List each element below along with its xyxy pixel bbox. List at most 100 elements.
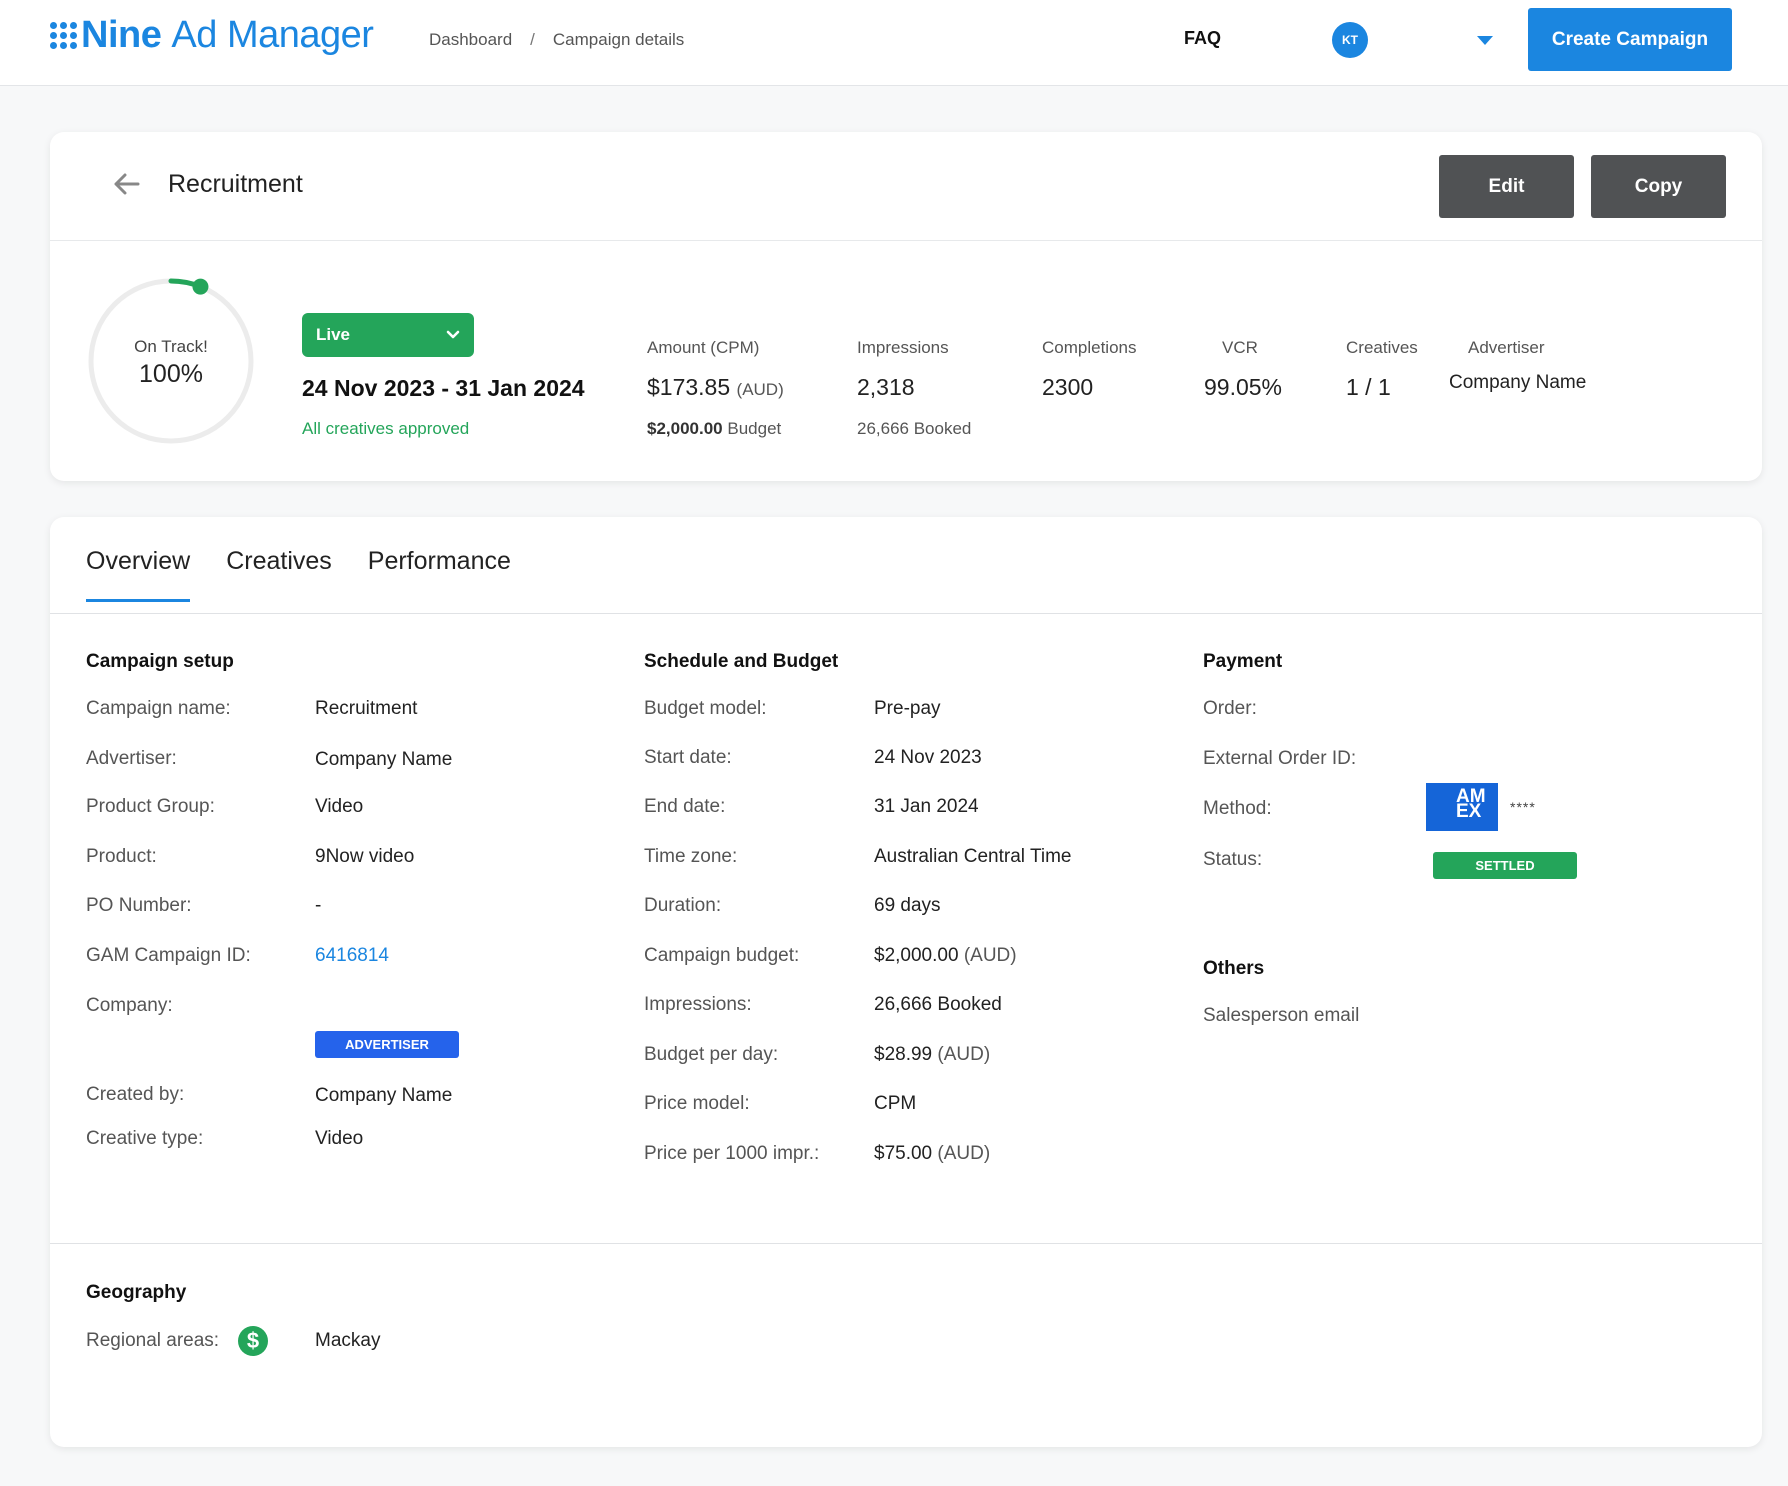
gam-campaign-id-label: GAM Campaign ID: (86, 945, 251, 966)
regional-areas-value: Mackay (315, 1330, 381, 1351)
tab-performance[interactable]: Performance (368, 547, 511, 602)
top-bar: Nine Ad Manager Dashboard / Campaign det… (0, 0, 1788, 86)
create-campaign-button[interactable]: Create Campaign (1528, 8, 1732, 71)
back-arrow-icon[interactable] (112, 172, 140, 196)
created-by-label: Created by: (86, 1084, 185, 1105)
po-number-label: PO Number: (86, 895, 192, 916)
advertiser-label: Advertiser: (86, 748, 177, 769)
breadcrumb-campaign-details: Campaign details (552, 30, 685, 49)
payment-title: Payment (1203, 651, 1283, 672)
divider (50, 240, 1762, 241)
avatar[interactable]: KT (1332, 22, 1368, 58)
breadcrumb-dashboard[interactable]: Dashboard (429, 30, 512, 50)
order-label: Order: (1203, 698, 1257, 719)
impressions-value: 26,666 Booked (874, 994, 1002, 1015)
method-label: Method: (1203, 798, 1272, 819)
impressions-label: Impressions: (644, 994, 752, 1015)
tab-overview[interactable]: Overview (86, 547, 191, 602)
budget-summary: $2,000.00 Budget (647, 419, 782, 438)
dollar-icon: $ (238, 1326, 268, 1356)
campaign-date-range: 24 Nov 2023 - 31 Jan 2024 (302, 375, 585, 401)
amount-value: $173.85 (AUD) (647, 374, 784, 400)
regional-areas-label: Regional areas: (86, 1330, 220, 1351)
amex-card-icon: AM EX (1426, 783, 1498, 831)
product-group-label: Product Group: (86, 796, 215, 817)
others-title: Others (1203, 958, 1265, 979)
end-date-label: End date: (644, 796, 726, 817)
campaign-title: Recruitment (168, 170, 303, 198)
salesperson-email-label: Salesperson email (1203, 1005, 1360, 1026)
impressions-value: 2,318 (857, 374, 915, 400)
creatives-value: 1 / 1 (1346, 374, 1391, 400)
advertiser-value: Company Name (315, 749, 453, 770)
brand-name: Nine Ad Manager (81, 14, 374, 56)
amount-label: Amount (CPM) (647, 338, 760, 357)
faq-link[interactable]: FAQ (1184, 28, 1221, 49)
external-order-id-label: External Order ID: (1203, 748, 1357, 769)
advertiser-label: Advertiser (1468, 338, 1545, 357)
price-model-label: Price model: (644, 1093, 750, 1114)
approval-status: All creatives approved (302, 419, 470, 438)
campaign-name-value: Recruitment (315, 698, 418, 719)
time-zone-label: Time zone: (644, 846, 738, 867)
progress-value: 100% (139, 360, 203, 388)
chevron-down-icon (446, 330, 460, 339)
created-by-value: Company Name (315, 1085, 453, 1106)
product-group-value: Video (315, 796, 364, 817)
advertiser-value: Company Name (1449, 372, 1587, 393)
status-dropdown[interactable]: Live (302, 313, 474, 357)
divider (50, 613, 1762, 614)
price-per-1000-label: Price per 1000 impr.: (644, 1143, 820, 1164)
po-number-value: - (315, 895, 322, 916)
status-value: Live (316, 325, 351, 344)
creatives-label: Creatives (1346, 338, 1418, 357)
geography-title: Geography (86, 1282, 187, 1303)
payment-status-label: Status: (1203, 849, 1263, 870)
breadcrumb: Dashboard / Campaign details (429, 30, 684, 50)
company-type-badge: ADVERTISER (315, 1031, 459, 1058)
duration-value: 69 days (874, 895, 941, 916)
divider (50, 1243, 1762, 1244)
campaign-name-label: Campaign name: (86, 698, 231, 719)
campaign-budget-value: $2,000.00 (AUD) (874, 945, 1017, 966)
campaign-setup-title: Campaign setup (86, 651, 234, 672)
copy-button[interactable]: Copy (1591, 155, 1726, 218)
edit-button[interactable]: Edit (1439, 155, 1574, 218)
end-date-value: 31 Jan 2024 (874, 796, 979, 817)
impressions-booked: 26,666 Booked (857, 419, 972, 438)
budget-model-label: Budget model: (644, 698, 767, 719)
impressions-label: Impressions (857, 338, 949, 357)
start-date-label: Start date: (644, 747, 732, 768)
vcr-label: VCR (1222, 338, 1258, 357)
payment-status-badge: SETTLED (1433, 852, 1577, 879)
gam-campaign-id-link[interactable]: 6416814 (315, 945, 389, 967)
creative-type-label: Creative type: (86, 1128, 204, 1149)
vcr-value: 99.05% (1204, 374, 1283, 400)
tab-bar: Overview Creatives Performance (86, 547, 511, 602)
time-zone-value: Australian Central Time (874, 846, 1072, 867)
campaign-details-card: Overview Creatives Performance Campaign … (50, 517, 1762, 1447)
creative-type-value: Video (315, 1128, 364, 1149)
duration-label: Duration: (644, 895, 722, 916)
price-model-value: CPM (874, 1093, 917, 1114)
start-date-value: 24 Nov 2023 (874, 747, 982, 768)
card-masked-number: **** (1510, 799, 1536, 815)
product-label: Product: (86, 846, 157, 867)
progress-label: On Track! (134, 337, 208, 356)
budget-model-value: Pre-pay (874, 698, 941, 719)
budget-per-day-value: $28.99 (AUD) (874, 1044, 991, 1065)
completions-label: Completions (1042, 338, 1137, 357)
breadcrumb-separator: / (530, 30, 535, 49)
completions-value: 2300 (1042, 374, 1094, 400)
campaign-summary-card: Recruitment Edit Copy On Track! 100% Liv… (50, 132, 1762, 481)
brand-logo[interactable]: Nine Ad Manager (50, 14, 374, 57)
schedule-budget-title: Schedule and Budget (644, 651, 839, 672)
budget-per-day-label: Budget per day: (644, 1044, 779, 1065)
campaign-budget-label: Campaign budget: (644, 945, 800, 966)
chevron-down-icon[interactable] (1477, 36, 1493, 45)
logo-dots-icon (50, 22, 77, 49)
price-per-1000-value: $75.00 (AUD) (874, 1143, 991, 1164)
company-label: Company: (86, 995, 173, 1016)
tab-creatives[interactable]: Creatives (226, 547, 332, 602)
product-value: 9Now video (315, 846, 415, 867)
